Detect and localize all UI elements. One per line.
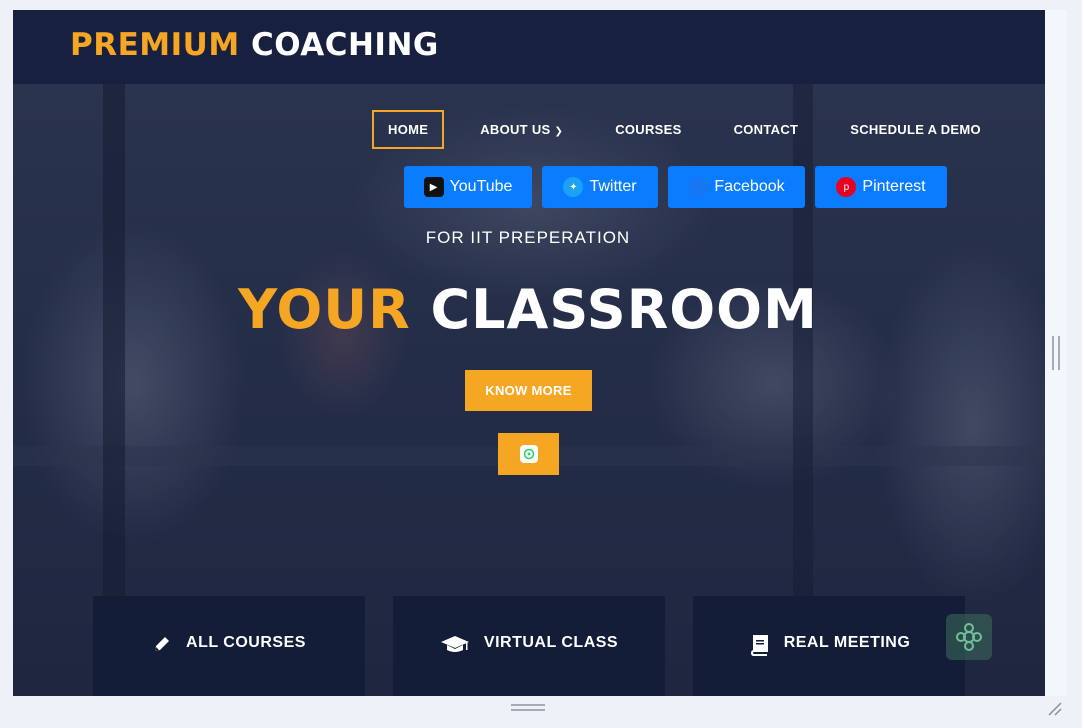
nav-label: CONTACT [733,122,799,137]
pinterest-label: Pinterest [862,178,926,195]
facebook-label: Facebook [714,178,785,195]
twitter-icon: ✦ [563,177,584,197]
card-label: REAL MEETING [783,634,911,651]
twitter-label: Twitter [589,178,637,195]
headline-accent: YOUR [238,278,411,341]
nav-item-schedule-demo[interactable]: SCHEDULE A DEMO [834,110,997,149]
book-icon [748,634,770,656]
main-nav: HOME ABOUT US ❯ COURSES CONTACT SCHEDULE … [372,110,1017,149]
whatsapp-icon [519,445,538,463]
youtube-button[interactable]: ▶ YouTube [404,166,532,208]
nav-item-contact[interactable]: CONTACT [718,110,815,149]
twitter-button[interactable]: ✦ Twitter [542,166,658,208]
website-preview: PREMIUM COACHING HOME ABOUT US ❯ COURSES … [13,10,1045,696]
pinterest-icon: p [836,177,857,197]
headline-text: CLASSROOM [430,278,818,341]
site-logo[interactable]: PREMIUM COACHING [70,27,439,63]
nav-label: SCHEDULE A DEMO [850,122,981,137]
pinterest-button[interactable]: p Pinterest [815,166,947,208]
floating-widget-icon[interactable] [946,614,992,660]
nav-item-home[interactable]: HOME [372,110,445,149]
facebook-button[interactable]: f Facebook [668,166,805,208]
whatsapp-button[interactable] [498,433,559,475]
social-links: ▶ YouTube ✦ Twitter f Facebook p Pintere… [404,166,957,208]
nav-label: COURSES [615,122,682,137]
logo-text: COACHING [250,27,439,63]
youtube-label: YouTube [449,178,513,195]
card-label: ALL COURSES [186,634,306,651]
site-header: PREMIUM COACHING [13,10,1045,84]
nav-item-about-us[interactable]: ABOUT US ❯ [464,110,579,149]
logo-accent-text: PREMIUM [70,27,240,63]
card-real-meeting[interactable]: REAL MEETING [693,596,965,696]
card-all-courses[interactable]: ALL COURSES [93,596,365,696]
horizontal-resize-handle[interactable] [511,704,545,711]
nav-label: ABOUT US [480,122,551,137]
youtube-icon: ▶ [423,177,444,197]
graduation-cap-icon [440,634,470,654]
nav-item-courses[interactable]: COURSES [599,110,697,149]
card-virtual-class[interactable]: VIRTUAL CLASS [393,596,665,696]
nav-label: HOME [388,122,429,137]
resize-corner-icon[interactable] [1046,700,1064,718]
facebook-icon: f [688,177,709,197]
pencil-icon [152,634,172,654]
vertical-resize-handle[interactable] [1052,336,1060,370]
card-label: VIRTUAL CLASS [483,634,619,651]
hero-kicker: FOR IIT PREPERATION [425,228,631,247]
know-more-button[interactable]: KNOW MORE [465,370,592,411]
chevron-down-icon: ❯ [554,126,564,137]
hero-headline: YOUR CLASSROOM [13,278,1043,341]
